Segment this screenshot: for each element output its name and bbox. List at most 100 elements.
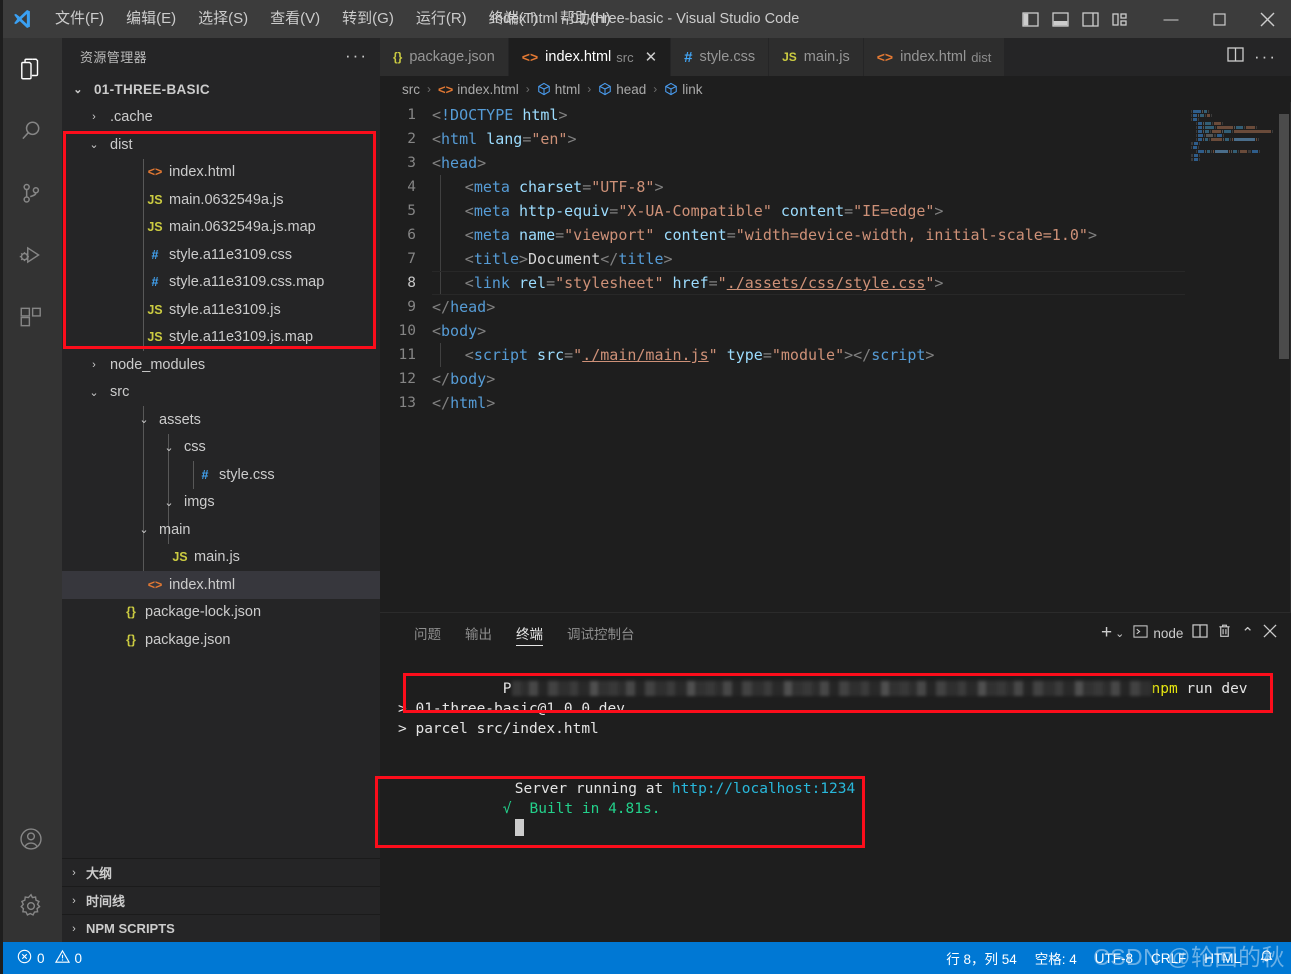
activitybar-settings[interactable] [0,870,62,942]
code-line[interactable]: 10 <body> [380,319,1291,343]
code-line[interactable]: 12 </body> [380,367,1291,391]
tree-item-package-json[interactable]: {} package.json [62,626,380,654]
panel-tab-debug-console[interactable]: 调试控制台 [555,613,647,653]
more-actions-icon[interactable]: ··· [1254,47,1277,67]
tree-item-style-css[interactable]: # style.a11e3109.css [62,241,380,269]
code-editor[interactable]: 1 <!DOCTYPE html> 2 <html lang="en"> 3 <head>… [380,102,1291,612]
tree-item-cache[interactable]: › .cache [62,104,380,132]
status-language-mode[interactable]: HTML [1195,942,1250,974]
tree-root-01-three-basic[interactable]: ⌄ 01-THREE-BASIC [62,76,380,104]
editor-scrollbar[interactable] [1277,102,1291,612]
maximize-button[interactable] [1195,0,1243,38]
tab-package-json[interactable]: {} package.json [380,38,509,76]
tree-item-src[interactable]: ⌄ src [62,379,380,407]
minimap[interactable] [1185,102,1277,612]
tree-item-dist[interactable]: ⌄ dist [62,131,380,159]
breadcrumb-label: html [554,81,581,97]
code-line[interactable]: 2 <html lang="en"> [380,127,1291,151]
menu-edit[interactable]: 编辑(E) [115,0,187,38]
code-line[interactable]: 1 <!DOCTYPE html> [380,103,1291,127]
breadcrumb-item-html[interactable]: html [537,81,581,97]
maximize-panel-icon[interactable]: ⌃ [1241,624,1254,642]
tree-item-css-folder[interactable]: ⌄ css [62,434,380,462]
tree-item-assets[interactable]: ⌄ assets [62,406,380,434]
code-line[interactable]: 11 <script src="./main/main.js" type="mod… [380,343,1291,367]
code-line[interactable]: 13 </html> [380,391,1291,415]
activitybar-source-control[interactable] [0,162,62,224]
tree-item-src-style-css[interactable]: # style.css [62,461,380,489]
menu-terminal[interactable]: 终端(T) [478,0,549,38]
customize-layout-icon[interactable] [1107,6,1133,32]
activitybar-run-and-debug[interactable] [0,224,62,286]
tree-item-package-lock-json[interactable]: {} package-lock.json [62,599,380,627]
code-content[interactable]: 1 <!DOCTYPE html> 2 <html lang="en"> 3 <head>… [380,102,1291,612]
trash-icon[interactable] [1217,623,1232,643]
status-eol[interactable]: CRLF [1142,942,1195,974]
npm-scripts-pane-header[interactable]: › NPM SCRIPTS [62,914,380,942]
activitybar-accounts[interactable] [0,808,62,870]
tree-item-style-css-map[interactable]: # style.a11e3109.css.map [62,269,380,297]
code-line[interactable]: 4 <meta charset="UTF-8"> [380,175,1291,199]
close-button[interactable] [1243,0,1291,38]
tree-item-style-js-map[interactable]: JS style.a11e3109.js.map [62,324,380,352]
toggle-primary-sidebar-icon[interactable] [1017,6,1043,32]
tab-index-html-dist[interactable]: <> index.html dist [863,38,1006,76]
tree-item-main-js-map[interactable]: JS main.0632549a.js.map [62,214,380,242]
breadcrumb-item-index-html[interactable]: <> index.html [438,82,519,97]
code-line[interactable]: 7 <title>Document</title> [380,247,1291,271]
activitybar-search[interactable] [0,100,62,162]
tree-item-imgs[interactable]: ⌄ imgs [62,489,380,517]
menu-help[interactable]: 帮助(H) [549,0,622,38]
panel-tab-problems[interactable]: 问题 [402,613,453,653]
tree-item-main-js[interactable]: JS main.0632549a.js [62,186,380,214]
status-cursor-position[interactable]: 行 8，列 54 [937,942,1026,974]
chevron-down-icon[interactable]: ⌄ [1115,627,1124,640]
breadcrumb-item-head[interactable]: head [598,82,646,97]
code-line[interactable]: 5 <meta http-equiv="X-UA-Compatible" cont… [380,199,1291,223]
outline-pane-header[interactable]: › 大纲 [62,858,380,886]
scrollbar-thumb[interactable] [1279,114,1289,359]
tree-item-main-folder[interactable]: ⌄ main [62,516,380,544]
new-terminal-button[interactable]: + ⌄ [1101,622,1124,644]
breadcrumb-item-link[interactable]: link [664,82,703,97]
minimize-button[interactable]: — [1147,0,1195,38]
toggle-panel-icon[interactable] [1047,6,1073,32]
status-problems[interactable]: 0 0 [8,942,91,974]
code-line[interactable]: 9 </head> [380,295,1291,319]
panel-tab-terminal[interactable]: 终端 [504,613,555,653]
minimap-line [1191,158,1277,161]
close-panel-icon[interactable] [1263,624,1277,642]
status-encoding[interactable]: UTF-8 [1086,942,1142,974]
panel-tab-output[interactable]: 输出 [453,613,504,653]
menu-view[interactable]: 查看(V) [259,0,331,38]
menu-file[interactable]: 文件(F) [44,0,115,38]
tree-item-src-main-js[interactable]: JS main.js [62,544,380,572]
split-terminal-icon[interactable] [1192,624,1209,642]
breadcrumb-item-src[interactable]: src [402,82,420,97]
activitybar-explorer[interactable] [0,38,62,100]
tab-index-html-src[interactable]: <> index.html src ✕ [508,38,672,76]
terminal-selector[interactable]: node [1133,624,1183,642]
tree-item-node-modules[interactable]: › node_modules [62,351,380,379]
toggle-secondary-sidebar-icon[interactable] [1077,6,1103,32]
tree-item-dist-index-html[interactable]: <> index.html [62,159,380,187]
tree-item-style-js[interactable]: JS style.a11e3109.js [62,296,380,324]
code-line[interactable]: 3 <head> [380,151,1291,175]
menu-run[interactable]: 运行(R) [405,0,478,38]
server-url[interactable]: http://localhost:1234 [672,781,855,797]
menu-go[interactable]: 转到(G) [331,0,405,38]
code-line[interactable]: 8 <link rel="stylesheet" href="./assets/c… [380,271,1291,295]
tree-item-src-index-html[interactable]: <> index.html [62,571,380,599]
sidebar-more-actions-icon[interactable]: ··· [345,46,368,66]
tab-main-js[interactable]: JS main.js [769,38,864,76]
code-line[interactable]: 6 <meta name="viewport" content="width=de… [380,223,1291,247]
close-icon[interactable]: ✕ [645,50,658,65]
activitybar-extensions[interactable] [0,286,62,348]
status-indentation[interactable]: 空格: 4 [1026,942,1086,974]
timeline-pane-header[interactable]: › 时间线 [62,886,380,914]
tab-style-css[interactable]: # style.css [671,38,770,76]
status-notifications[interactable] [1250,942,1283,974]
menu-select[interactable]: 选择(S) [187,0,259,38]
terminal-output[interactable]: Pnpm run dev > 01-three-basic@1.0.0 dev … [380,653,1291,942]
split-editor-icon[interactable] [1227,47,1244,67]
